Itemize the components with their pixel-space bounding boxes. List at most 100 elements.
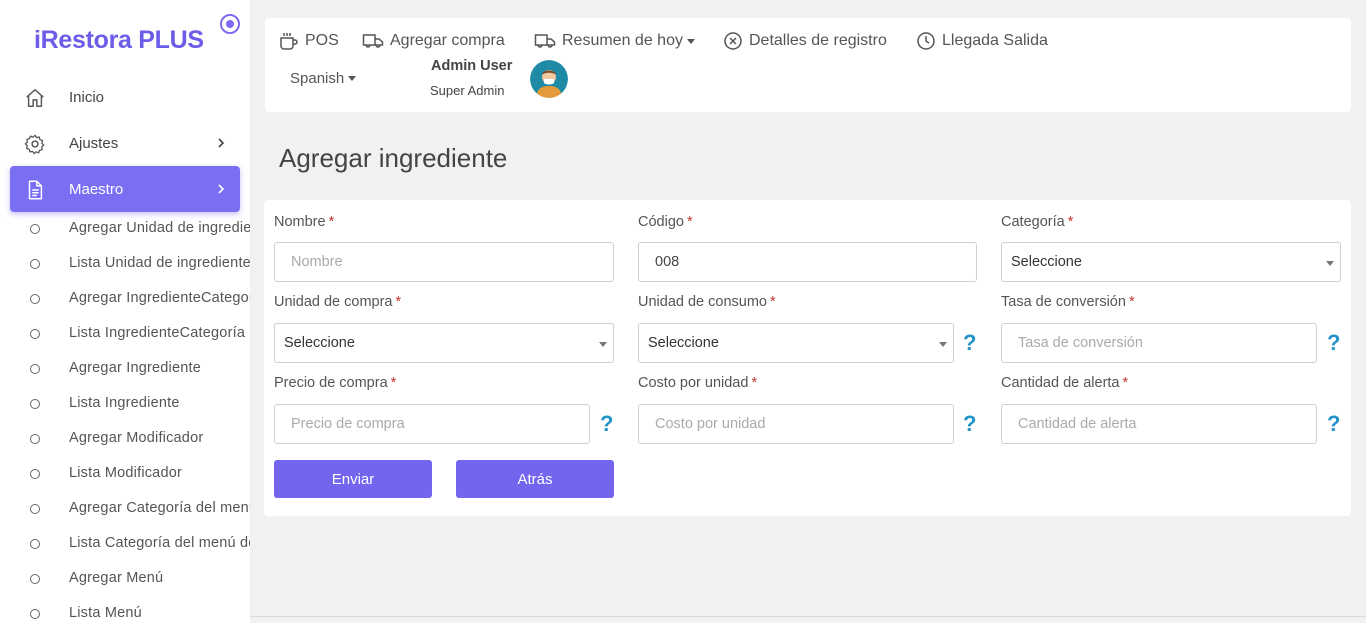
truck-icon bbox=[534, 34, 556, 48]
home-icon bbox=[26, 89, 44, 107]
chevron-right-icon bbox=[218, 138, 225, 148]
sidebar-subitem-label: Lista Menú bbox=[69, 605, 142, 621]
sidebar-subitem-label: Agregar IngredienteCategoría bbox=[69, 290, 250, 306]
caret-down-icon bbox=[348, 76, 357, 81]
top-link-llegada-salida[interactable]: Llegada Salida bbox=[916, 30, 1048, 52]
sidebar-subitem[interactable]: Agregar Categoría del menú bbox=[0, 494, 250, 524]
code-label-text: Código bbox=[638, 214, 684, 230]
sidebar-subitem-label: Agregar Ingrediente bbox=[69, 360, 201, 376]
category-select[interactable]: Seleccione bbox=[1001, 242, 1341, 282]
help-icon[interactable]: ? bbox=[1327, 411, 1340, 437]
sidebar-subitem[interactable]: Lista Ingrediente bbox=[0, 389, 250, 419]
help-icon[interactable]: ? bbox=[963, 330, 976, 356]
sidebar-subitem[interactable]: Lista Categoría del menú de bbox=[0, 529, 250, 559]
clock-icon bbox=[917, 32, 935, 50]
name-label: Nombre * bbox=[274, 214, 334, 230]
sidebar-subitem[interactable]: Agregar Modificador bbox=[0, 424, 250, 454]
purchase-price-input[interactable] bbox=[274, 404, 590, 444]
sidebar-subitem[interactable]: Agregar Ingrediente bbox=[0, 354, 250, 384]
required-mark: * bbox=[1122, 375, 1129, 391]
top-link-detalles-registro[interactable]: Detalles de registro bbox=[723, 30, 887, 52]
sidebar-item-label: Maestro bbox=[69, 180, 124, 198]
help-icon[interactable]: ? bbox=[963, 411, 976, 437]
consumption-unit-label-text: Unidad de consumo bbox=[638, 294, 767, 310]
dropdown-arrow-icon bbox=[599, 342, 607, 347]
page-title: Agregar ingrediente bbox=[279, 143, 508, 173]
consumption-unit-select-value: Seleccione bbox=[648, 335, 719, 351]
purchase-unit-select-value: Seleccione bbox=[284, 335, 355, 351]
sidebar-subitem[interactable]: Agregar Unidad de ingredientes bbox=[0, 214, 250, 244]
circle-icon bbox=[30, 259, 40, 269]
category-select-value: Seleccione bbox=[1011, 254, 1082, 270]
circle-icon bbox=[30, 469, 40, 479]
conversion-rate-label-text: Tasa de conversión bbox=[1001, 294, 1126, 310]
top-link-agregar-compra[interactable]: Agregar compra bbox=[362, 30, 505, 52]
unit-cost-input[interactable] bbox=[638, 404, 954, 444]
sidebar-item-ajustes[interactable]: Ajustes bbox=[10, 120, 240, 166]
chevron-right-icon bbox=[218, 184, 225, 194]
circle-icon bbox=[30, 434, 40, 444]
purchase-unit-label-text: Unidad de compra bbox=[274, 294, 393, 310]
sidebar-subitem-label: Agregar Menú bbox=[69, 570, 164, 586]
top-link-pos[interactable]: POS bbox=[279, 30, 339, 52]
code-label: Código * bbox=[638, 214, 693, 230]
circle-icon bbox=[30, 329, 40, 339]
conversion-rate-input[interactable] bbox=[1001, 323, 1317, 363]
required-mark: * bbox=[1067, 214, 1074, 230]
sidebar-subitem[interactable]: Agregar IngredienteCategoría bbox=[0, 284, 250, 314]
caret-down-icon bbox=[686, 38, 695, 44]
sidebar: iRestora PLUS Inicio Ajustes Maestro Agr… bbox=[0, 0, 250, 623]
circle-x-icon bbox=[724, 32, 742, 50]
sidebar-subitem-label: Agregar Categoría del menú bbox=[69, 500, 250, 516]
help-icon[interactable]: ? bbox=[1327, 330, 1340, 356]
required-mark: * bbox=[751, 375, 758, 391]
sidebar-item-inicio[interactable]: Inicio bbox=[10, 74, 240, 120]
alert-qty-label: Cantidad de alerta * bbox=[1001, 375, 1128, 391]
unit-cost-label-text: Costo por unidad bbox=[638, 375, 749, 391]
ingredient-form: Nombre* Código* Categoría* Seleccione Un… bbox=[264, 200, 1351, 516]
purchase-price-label-text: Precio de compra bbox=[274, 375, 388, 391]
required-mark: * bbox=[1128, 294, 1135, 310]
code-input[interactable] bbox=[638, 242, 977, 282]
circle-icon bbox=[30, 399, 40, 409]
sidebar-subitem-label: Agregar Modificador bbox=[69, 430, 204, 446]
language-dropdown[interactable]: Spanish bbox=[290, 70, 357, 87]
purchase-unit-select[interactable]: Seleccione bbox=[274, 323, 614, 363]
category-label-text: Categoría bbox=[1001, 214, 1065, 230]
sidebar-item-label: Inicio bbox=[69, 88, 105, 106]
sidebar-subitem-label: Lista Modificador bbox=[69, 465, 183, 481]
required-mark: * bbox=[328, 214, 335, 230]
required-mark: * bbox=[395, 294, 402, 310]
sidebar-subitem-label: Lista IngredienteCategoría bbox=[69, 325, 246, 341]
circle-icon bbox=[30, 504, 40, 514]
top-link-label: POS bbox=[305, 32, 339, 49]
sidebar-subitem[interactable]: Lista IngredienteCategoría bbox=[0, 319, 250, 349]
avatar[interactable] bbox=[530, 60, 568, 98]
app-logo[interactable]: iRestora PLUS bbox=[34, 26, 204, 55]
consumption-unit-select[interactable]: Seleccione bbox=[638, 323, 954, 363]
sidebar-subitem[interactable]: Lista Unidad de ingredientes bbox=[0, 249, 250, 279]
name-label-text: Nombre bbox=[274, 214, 326, 230]
circle-icon bbox=[30, 294, 40, 304]
document-icon bbox=[28, 180, 43, 200]
sidebar-subitem[interactable]: Agregar Menú bbox=[0, 564, 250, 594]
sidebar-item-maestro[interactable]: Maestro bbox=[10, 166, 240, 212]
footer-divider bbox=[250, 616, 1366, 617]
help-icon[interactable]: ? bbox=[600, 411, 613, 437]
top-link-resumen[interactable]: Resumen de hoy bbox=[534, 30, 695, 52]
required-mark: * bbox=[686, 214, 693, 230]
sidebar-subitem[interactable]: Lista Menú bbox=[0, 599, 250, 623]
sidebar-subitem[interactable]: Lista Modificador bbox=[0, 459, 250, 489]
user-avatar-icon bbox=[530, 60, 568, 98]
back-button[interactable]: Atrás bbox=[456, 460, 614, 498]
circle-icon bbox=[30, 224, 40, 234]
circle-icon bbox=[30, 364, 40, 374]
top-bar: POS Agregar compra Resumen de hoy Detall… bbox=[265, 18, 1351, 112]
name-input[interactable] bbox=[274, 242, 614, 282]
consumption-unit-label: Unidad de consumo * bbox=[638, 294, 776, 310]
submit-button[interactable]: Enviar bbox=[274, 460, 432, 498]
sidebar-item-label: Ajustes bbox=[69, 134, 119, 152]
sidebar-subitem-label: Lista Categoría del menú de bbox=[69, 535, 250, 551]
truck-icon bbox=[362, 34, 384, 48]
alert-qty-input[interactable] bbox=[1001, 404, 1317, 444]
